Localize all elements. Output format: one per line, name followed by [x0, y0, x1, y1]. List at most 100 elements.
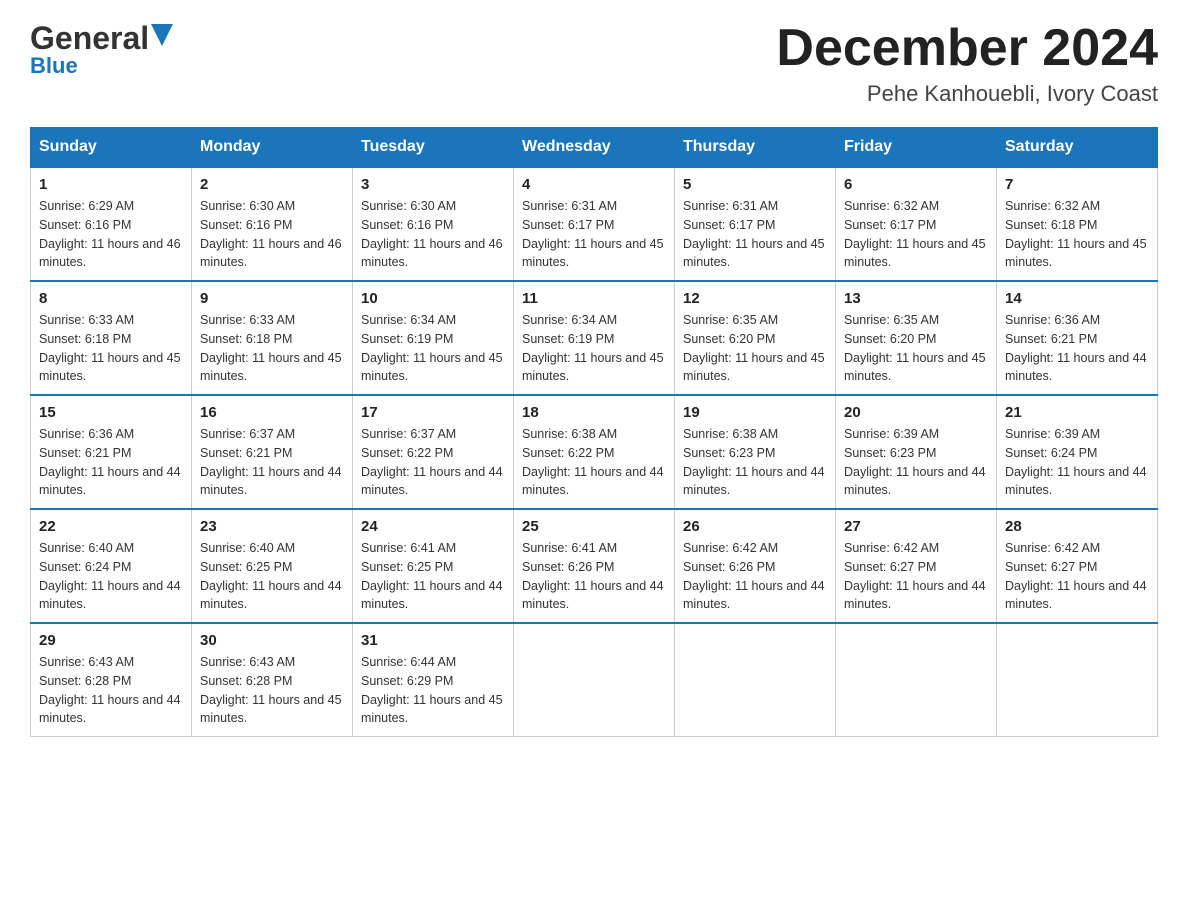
day-number: 13 [844, 290, 988, 307]
day-info: Sunrise: 6:34 AMSunset: 6:19 PMDaylight:… [522, 311, 666, 386]
logo-general: General [30, 20, 149, 57]
calendar-week-row: 1 Sunrise: 6:29 AMSunset: 6:16 PMDayligh… [31, 167, 1158, 281]
day-number: 22 [39, 518, 183, 535]
day-info: Sunrise: 6:32 AMSunset: 6:18 PMDaylight:… [1005, 197, 1149, 272]
calendar-cell: 4 Sunrise: 6:31 AMSunset: 6:17 PMDayligh… [514, 167, 675, 281]
day-info: Sunrise: 6:43 AMSunset: 6:28 PMDaylight:… [200, 653, 344, 728]
day-info: Sunrise: 6:38 AMSunset: 6:22 PMDaylight:… [522, 425, 666, 500]
calendar-cell: 10 Sunrise: 6:34 AMSunset: 6:19 PMDaylig… [353, 281, 514, 395]
calendar-cell: 17 Sunrise: 6:37 AMSunset: 6:22 PMDaylig… [353, 395, 514, 509]
day-number: 21 [1005, 404, 1149, 421]
calendar-cell: 25 Sunrise: 6:41 AMSunset: 6:26 PMDaylig… [514, 509, 675, 623]
header-sunday: Sunday [31, 128, 192, 168]
calendar-cell [997, 623, 1158, 737]
day-info: Sunrise: 6:35 AMSunset: 6:20 PMDaylight:… [683, 311, 827, 386]
calendar-cell: 1 Sunrise: 6:29 AMSunset: 6:16 PMDayligh… [31, 167, 192, 281]
day-info: Sunrise: 6:40 AMSunset: 6:25 PMDaylight:… [200, 539, 344, 614]
day-info: Sunrise: 6:41 AMSunset: 6:25 PMDaylight:… [361, 539, 505, 614]
day-info: Sunrise: 6:42 AMSunset: 6:26 PMDaylight:… [683, 539, 827, 614]
calendar-week-row: 29 Sunrise: 6:43 AMSunset: 6:28 PMDaylig… [31, 623, 1158, 737]
day-info: Sunrise: 6:37 AMSunset: 6:21 PMDaylight:… [200, 425, 344, 500]
day-number: 23 [200, 518, 344, 535]
calendar-cell: 30 Sunrise: 6:43 AMSunset: 6:28 PMDaylig… [192, 623, 353, 737]
calendar-cell: 13 Sunrise: 6:35 AMSunset: 6:20 PMDaylig… [836, 281, 997, 395]
day-info: Sunrise: 6:41 AMSunset: 6:26 PMDaylight:… [522, 539, 666, 614]
day-info: Sunrise: 6:32 AMSunset: 6:17 PMDaylight:… [844, 197, 988, 272]
day-number: 19 [683, 404, 827, 421]
day-number: 26 [683, 518, 827, 535]
day-number: 5 [683, 176, 827, 193]
page-header: General Blue December 2024 Pehe Kanhoueb… [30, 20, 1158, 107]
calendar-cell [675, 623, 836, 737]
calendar-cell: 22 Sunrise: 6:40 AMSunset: 6:24 PMDaylig… [31, 509, 192, 623]
day-info: Sunrise: 6:36 AMSunset: 6:21 PMDaylight:… [1005, 311, 1149, 386]
calendar-cell: 14 Sunrise: 6:36 AMSunset: 6:21 PMDaylig… [997, 281, 1158, 395]
day-info: Sunrise: 6:33 AMSunset: 6:18 PMDaylight:… [39, 311, 183, 386]
day-number: 17 [361, 404, 505, 421]
header-wednesday: Wednesday [514, 128, 675, 168]
day-info: Sunrise: 6:33 AMSunset: 6:18 PMDaylight:… [200, 311, 344, 386]
day-number: 18 [522, 404, 666, 421]
day-number: 30 [200, 632, 344, 649]
header-saturday: Saturday [997, 128, 1158, 168]
calendar-cell: 8 Sunrise: 6:33 AMSunset: 6:18 PMDayligh… [31, 281, 192, 395]
header-monday: Monday [192, 128, 353, 168]
calendar-cell: 5 Sunrise: 6:31 AMSunset: 6:17 PMDayligh… [675, 167, 836, 281]
calendar-cell: 24 Sunrise: 6:41 AMSunset: 6:25 PMDaylig… [353, 509, 514, 623]
day-number: 11 [522, 290, 666, 307]
day-info: Sunrise: 6:40 AMSunset: 6:24 PMDaylight:… [39, 539, 183, 614]
logo: General Blue [30, 20, 173, 79]
day-number: 1 [39, 176, 183, 193]
day-info: Sunrise: 6:39 AMSunset: 6:24 PMDaylight:… [1005, 425, 1149, 500]
calendar-cell [836, 623, 997, 737]
title-block: December 2024 Pehe Kanhouebli, Ivory Coa… [776, 20, 1158, 107]
day-number: 14 [1005, 290, 1149, 307]
month-title: December 2024 [776, 20, 1158, 77]
calendar-cell: 12 Sunrise: 6:35 AMSunset: 6:20 PMDaylig… [675, 281, 836, 395]
day-info: Sunrise: 6:38 AMSunset: 6:23 PMDaylight:… [683, 425, 827, 500]
calendar-cell: 16 Sunrise: 6:37 AMSunset: 6:21 PMDaylig… [192, 395, 353, 509]
calendar-cell: 31 Sunrise: 6:44 AMSunset: 6:29 PMDaylig… [353, 623, 514, 737]
calendar-cell: 20 Sunrise: 6:39 AMSunset: 6:23 PMDaylig… [836, 395, 997, 509]
calendar-table: SundayMondayTuesdayWednesdayThursdayFrid… [30, 127, 1158, 737]
calendar-header-row: SundayMondayTuesdayWednesdayThursdayFrid… [31, 128, 1158, 168]
logo-arrow-icon [151, 24, 173, 46]
calendar-cell: 7 Sunrise: 6:32 AMSunset: 6:18 PMDayligh… [997, 167, 1158, 281]
day-number: 4 [522, 176, 666, 193]
day-info: Sunrise: 6:30 AMSunset: 6:16 PMDaylight:… [361, 197, 505, 272]
header-tuesday: Tuesday [353, 128, 514, 168]
day-info: Sunrise: 6:35 AMSunset: 6:20 PMDaylight:… [844, 311, 988, 386]
calendar-week-row: 22 Sunrise: 6:40 AMSunset: 6:24 PMDaylig… [31, 509, 1158, 623]
calendar-cell: 6 Sunrise: 6:32 AMSunset: 6:17 PMDayligh… [836, 167, 997, 281]
calendar-cell: 9 Sunrise: 6:33 AMSunset: 6:18 PMDayligh… [192, 281, 353, 395]
calendar-cell: 15 Sunrise: 6:36 AMSunset: 6:21 PMDaylig… [31, 395, 192, 509]
header-thursday: Thursday [675, 128, 836, 168]
day-number: 8 [39, 290, 183, 307]
day-info: Sunrise: 6:43 AMSunset: 6:28 PMDaylight:… [39, 653, 183, 728]
calendar-cell: 29 Sunrise: 6:43 AMSunset: 6:28 PMDaylig… [31, 623, 192, 737]
calendar-cell: 21 Sunrise: 6:39 AMSunset: 6:24 PMDaylig… [997, 395, 1158, 509]
day-info: Sunrise: 6:42 AMSunset: 6:27 PMDaylight:… [1005, 539, 1149, 614]
day-info: Sunrise: 6:29 AMSunset: 6:16 PMDaylight:… [39, 197, 183, 272]
day-info: Sunrise: 6:37 AMSunset: 6:22 PMDaylight:… [361, 425, 505, 500]
calendar-cell: 18 Sunrise: 6:38 AMSunset: 6:22 PMDaylig… [514, 395, 675, 509]
day-number: 29 [39, 632, 183, 649]
day-info: Sunrise: 6:34 AMSunset: 6:19 PMDaylight:… [361, 311, 505, 386]
day-number: 16 [200, 404, 344, 421]
day-info: Sunrise: 6:31 AMSunset: 6:17 PMDaylight:… [683, 197, 827, 272]
day-number: 6 [844, 176, 988, 193]
day-number: 20 [844, 404, 988, 421]
calendar-cell [514, 623, 675, 737]
day-info: Sunrise: 6:39 AMSunset: 6:23 PMDaylight:… [844, 425, 988, 500]
logo-blue: Blue [30, 53, 78, 79]
day-number: 15 [39, 404, 183, 421]
day-number: 10 [361, 290, 505, 307]
calendar-cell: 3 Sunrise: 6:30 AMSunset: 6:16 PMDayligh… [353, 167, 514, 281]
day-number: 25 [522, 518, 666, 535]
day-info: Sunrise: 6:31 AMSunset: 6:17 PMDaylight:… [522, 197, 666, 272]
header-friday: Friday [836, 128, 997, 168]
day-info: Sunrise: 6:30 AMSunset: 6:16 PMDaylight:… [200, 197, 344, 272]
calendar-cell: 26 Sunrise: 6:42 AMSunset: 6:26 PMDaylig… [675, 509, 836, 623]
calendar-cell: 2 Sunrise: 6:30 AMSunset: 6:16 PMDayligh… [192, 167, 353, 281]
day-number: 12 [683, 290, 827, 307]
